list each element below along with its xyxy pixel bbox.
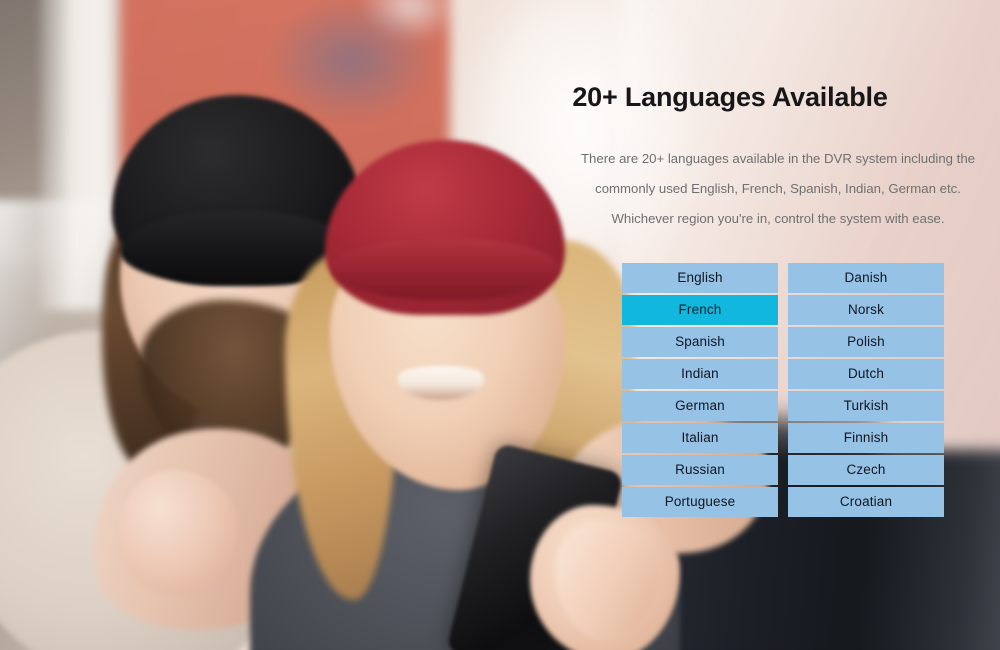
language-item[interactable]: Indian xyxy=(622,359,778,389)
language-item[interactable]: Polish xyxy=(788,327,944,357)
language-item[interactable]: German xyxy=(622,391,778,421)
language-item[interactable]: Russian xyxy=(622,455,778,485)
hero-description: There are 20+ languages available in the… xyxy=(568,144,988,234)
hero-description-line-2: commonly used English, French, Spanish, … xyxy=(595,181,961,196)
hero-description-line-3: Whichever region you're in, control the … xyxy=(611,211,945,226)
language-item[interactable]: Dutch xyxy=(788,359,944,389)
page-title: 20+ Languages Available xyxy=(572,82,888,112)
language-column-left: English French Spanish Indian German Italian R… xyxy=(622,263,778,517)
language-item[interactable]: Turkish xyxy=(788,391,944,421)
language-item[interactable]: Czech xyxy=(788,455,944,485)
hero-content: 20+ Languages Available There are 20+ la… xyxy=(0,0,1000,650)
hero-description-line-1: There are 20+ languages available in the… xyxy=(580,151,976,166)
language-item[interactable]: Italian xyxy=(622,423,778,453)
hero-banner: 20+ Languages Available There are 20+ la… xyxy=(0,0,1000,650)
language-item[interactable]: Portuguese xyxy=(622,487,778,517)
language-item[interactable]: Danish xyxy=(788,263,944,293)
language-item[interactable]: Spanish xyxy=(622,327,778,357)
language-item[interactable]: Norsk xyxy=(788,295,944,325)
language-item-selected[interactable]: French xyxy=(622,295,778,325)
language-item[interactable]: Croatian xyxy=(788,487,944,517)
language-item[interactable]: Finnish xyxy=(788,423,944,453)
language-item[interactable]: English xyxy=(622,263,778,293)
language-list: English French Spanish Indian German Italian R… xyxy=(622,263,944,517)
language-column-right: Danish Norsk Polish Dutch Turkish Finnish Czec… xyxy=(788,263,944,517)
